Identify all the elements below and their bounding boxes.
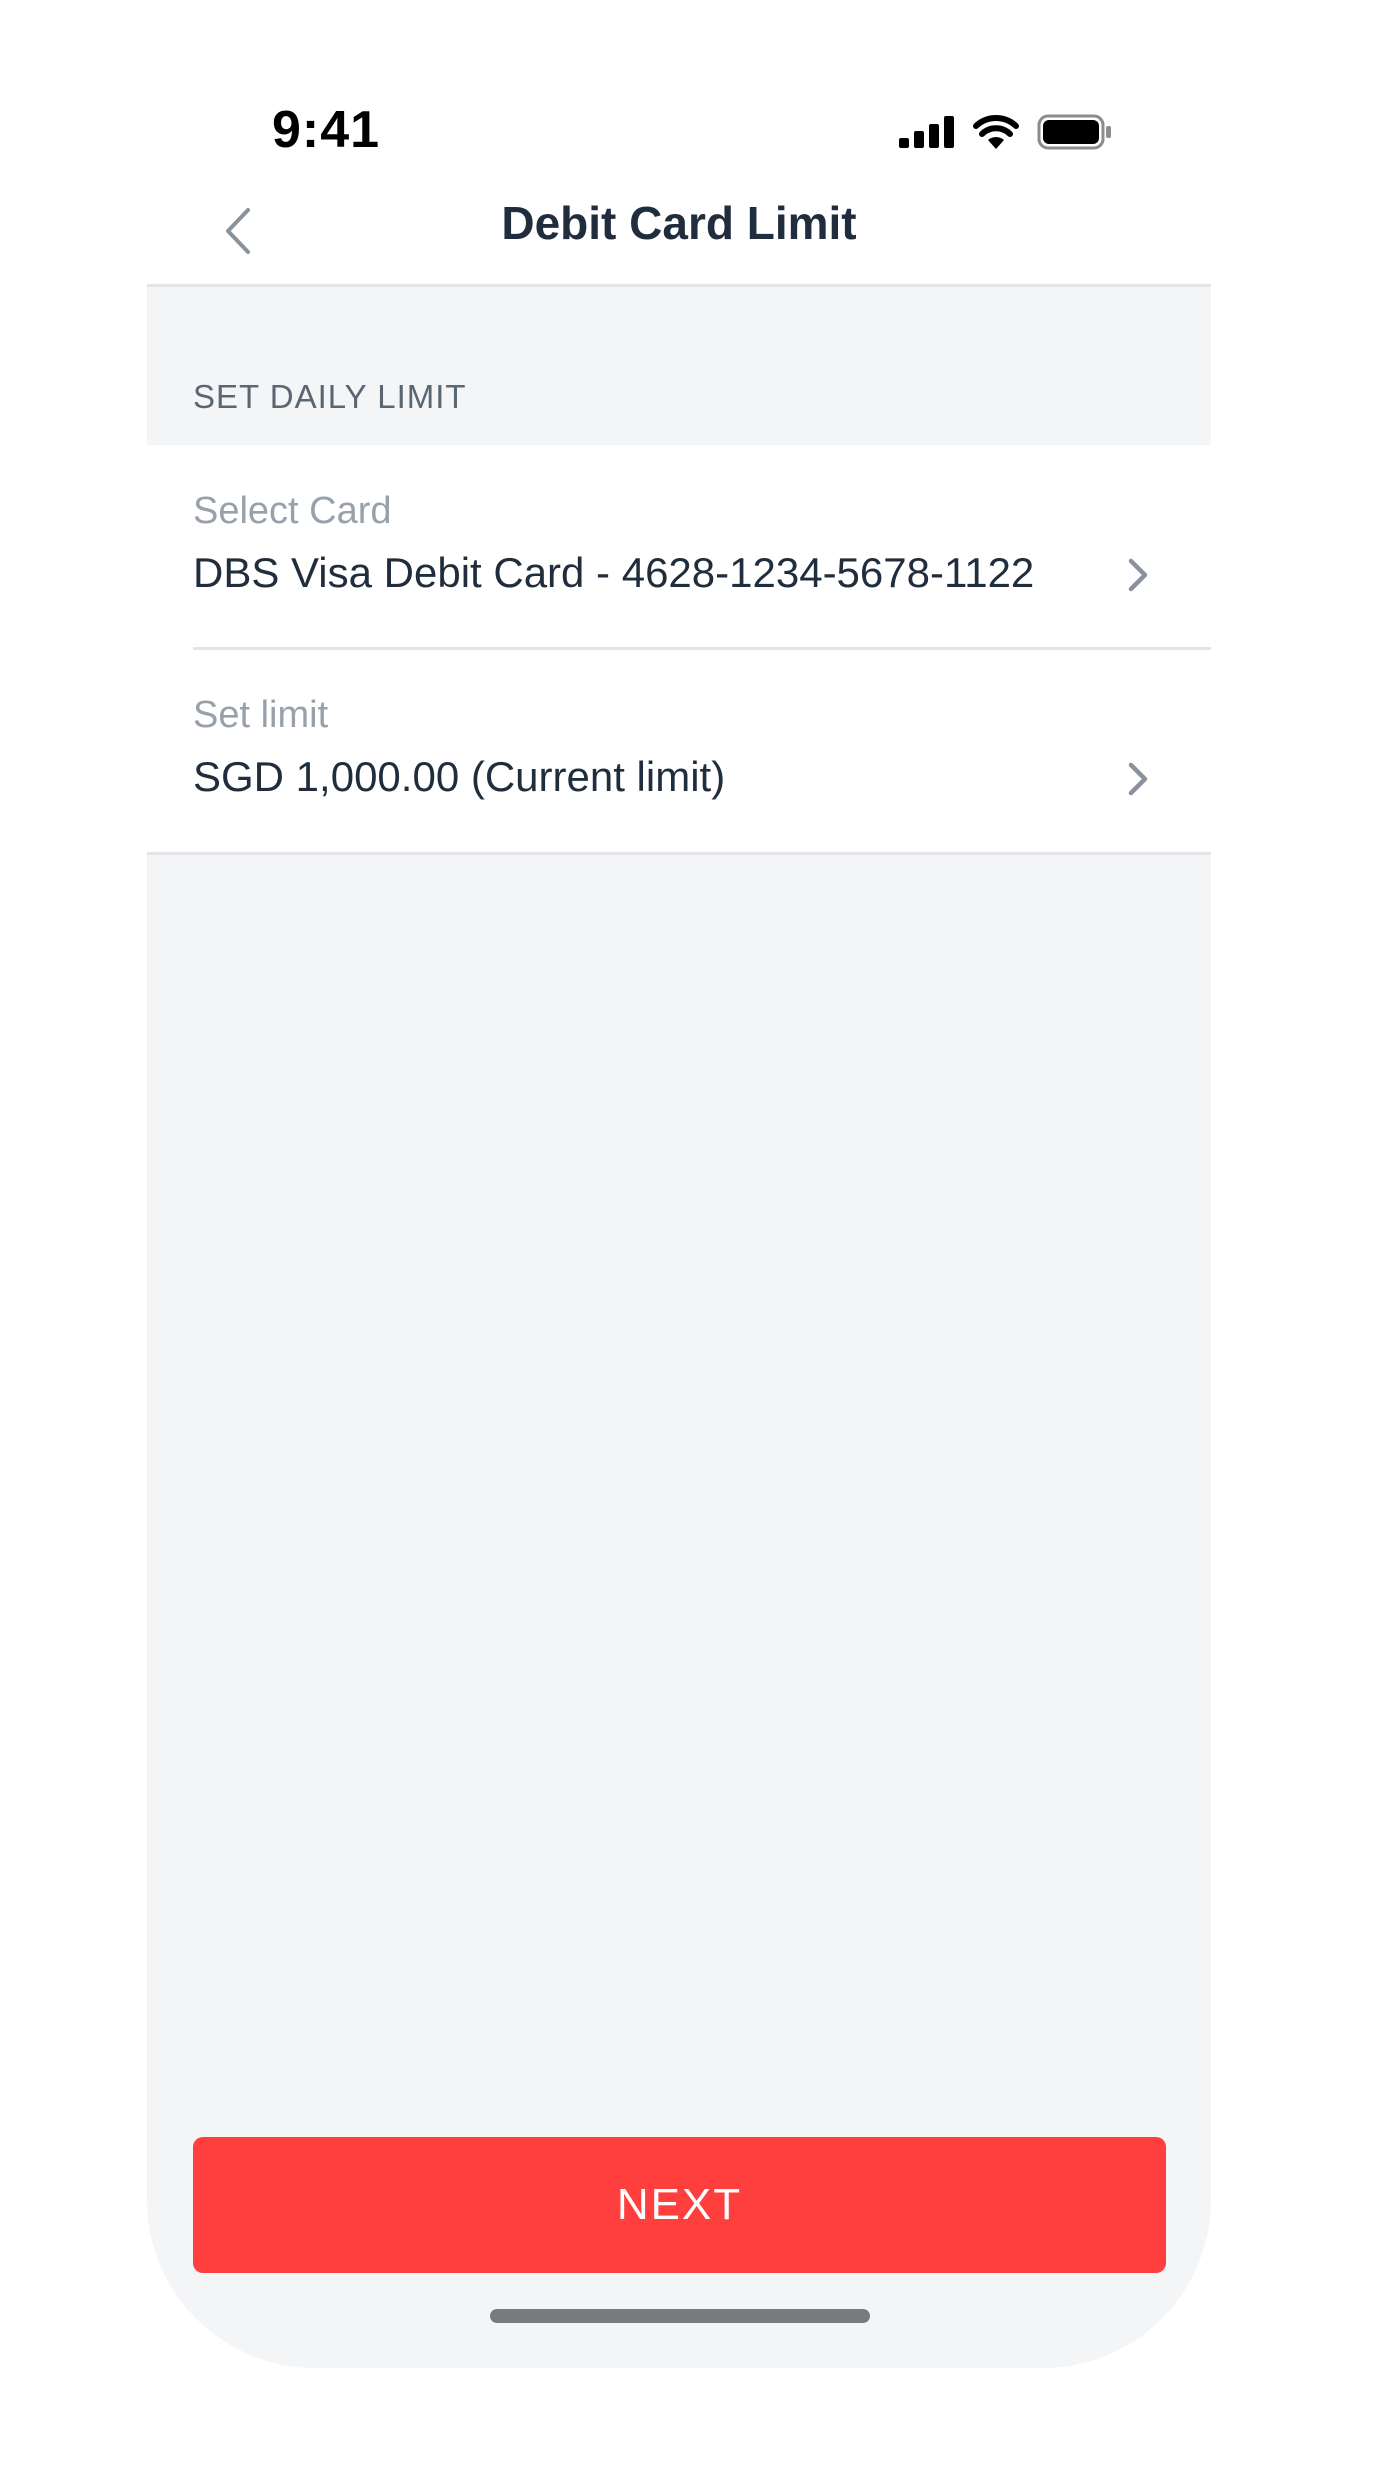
select-card-row[interactable]: Select Card DBS Visa Debit Card - 4628-1… <box>147 445 1211 650</box>
home-indicator <box>490 2309 870 2323</box>
status-icons <box>899 112 1113 152</box>
section-header: SET DAILY LIMIT <box>193 378 467 415</box>
chevron-right-icon <box>1128 558 1148 592</box>
row-value: DBS Visa Debit Card - 4628-1234-5678-112… <box>193 549 1035 596</box>
row-label: Select Card <box>193 490 392 532</box>
battery-icon <box>1037 114 1111 150</box>
set-limit-row[interactable]: Set limit SGD 1,000.00 (Current limit) <box>147 649 1211 853</box>
cellular-signal-icon <box>899 116 954 148</box>
chevron-right-icon <box>1128 762 1148 796</box>
row-label: Set limit <box>193 694 329 736</box>
page-title: Debit Card Limit <box>501 197 857 249</box>
next-button[interactable]: NEXT <box>193 2137 1166 2273</box>
top-bar: 9:41 Debit Card Limit <box>147 0 1211 287</box>
status-time: 9:41 <box>272 101 381 159</box>
wifi-icon <box>973 115 1019 149</box>
row-value: SGD 1,000.00 (Current limit) <box>193 753 726 800</box>
app-screen: 9:41 Debit Card Limit SET DAILY LIMIT Se… <box>147 0 1211 2368</box>
settings-list: Select Card DBS Visa Debit Card - 4628-1… <box>147 445 1211 855</box>
